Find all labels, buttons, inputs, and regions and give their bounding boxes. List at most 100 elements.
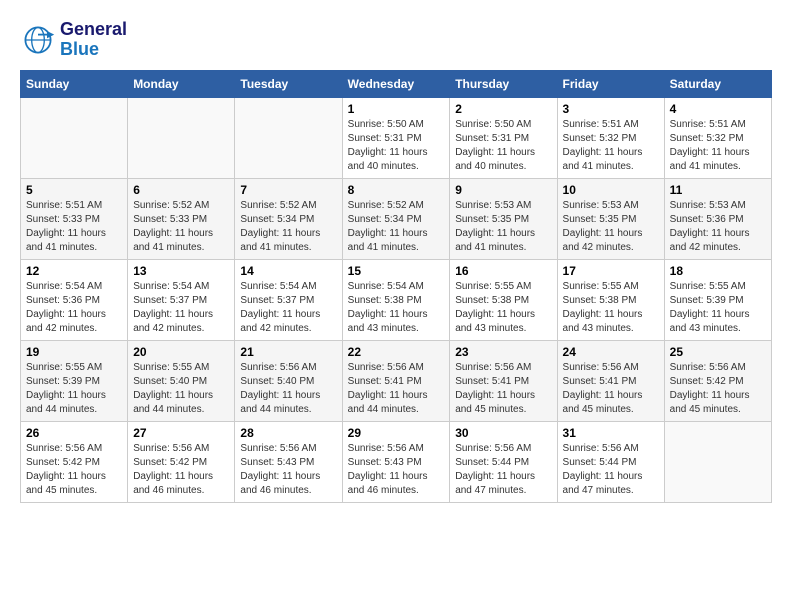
calendar-cell: 9 Sunrise: 5:53 AM Sunset: 5:35 PM Daylig… xyxy=(450,178,557,259)
calendar-cell: 12 Sunrise: 5:54 AM Sunset: 5:36 PM Dayli… xyxy=(21,259,128,340)
calendar-cell: 19 Sunrise: 5:55 AM Sunset: 5:39 PM Dayli… xyxy=(21,340,128,421)
column-header-wednesday: Wednesday xyxy=(342,70,450,97)
day-info: Sunrise: 5:56 AM Sunset: 5:42 PM Dayligh… xyxy=(133,442,229,498)
calendar-week-2: 5 Sunrise: 5:51 AM Sunset: 5:33 PM Daylig… xyxy=(21,178,772,259)
day-info: Sunrise: 5:52 AM Sunset: 5:34 PM Dayligh… xyxy=(240,199,336,255)
day-number: 18 xyxy=(670,264,766,278)
calendar-cell: 3Sunrise: 5:51 AM Sunset: 5:32 PM Daylig… xyxy=(557,97,664,178)
calendar-cell: 13 Sunrise: 5:54 AM Sunset: 5:37 PM Dayli… xyxy=(128,259,235,340)
column-header-thursday: Thursday xyxy=(450,70,557,97)
calendar-week-4: 19 Sunrise: 5:55 AM Sunset: 5:39 PM Dayli… xyxy=(21,340,772,421)
calendar-cell: 5 Sunrise: 5:51 AM Sunset: 5:33 PM Daylig… xyxy=(21,178,128,259)
day-number: 30 xyxy=(455,426,551,440)
day-number: 31 xyxy=(563,426,659,440)
day-number: 27 xyxy=(133,426,229,440)
day-info: Sunrise: 5:53 AM Sunset: 5:35 PM Dayligh… xyxy=(455,199,551,255)
day-number: 29 xyxy=(348,426,445,440)
day-info: Sunrise: 5:55 AM Sunset: 5:38 PM Dayligh… xyxy=(563,280,659,336)
day-info: Sunrise: 5:56 AM Sunset: 5:42 PM Dayligh… xyxy=(670,361,766,417)
calendar-week-5: 26 Sunrise: 5:56 AM Sunset: 5:42 PM Dayli… xyxy=(21,421,772,502)
column-header-tuesday: Tuesday xyxy=(235,70,342,97)
calendar-cell: 27 Sunrise: 5:56 AM Sunset: 5:42 PM Dayli… xyxy=(128,421,235,502)
day-number: 4 xyxy=(670,102,766,116)
day-number: 17 xyxy=(563,264,659,278)
calendar-cell: 14Sunrise: 5:54 AM Sunset: 5:37 PM Dayli… xyxy=(235,259,342,340)
day-info: Sunrise: 5:54 AM Sunset: 5:38 PM Dayligh… xyxy=(348,280,445,336)
calendar-cell: 25Sunrise: 5:56 AM Sunset: 5:42 PM Dayli… xyxy=(664,340,771,421)
day-info: Sunrise: 5:55 AM Sunset: 5:38 PM Dayligh… xyxy=(455,280,551,336)
column-header-sunday: Sunday xyxy=(21,70,128,97)
day-info: Sunrise: 5:56 AM Sunset: 5:43 PM Dayligh… xyxy=(240,442,336,498)
day-info: Sunrise: 5:51 AM Sunset: 5:33 PM Dayligh… xyxy=(26,199,122,255)
day-number: 6 xyxy=(133,183,229,197)
calendar-cell: 1Sunrise: 5:50 AM Sunset: 5:31 PM Daylig… xyxy=(342,97,450,178)
calendar-week-3: 12 Sunrise: 5:54 AM Sunset: 5:36 PM Dayli… xyxy=(21,259,772,340)
day-info: Sunrise: 5:55 AM Sunset: 5:39 PM Dayligh… xyxy=(670,280,766,336)
day-info: Sunrise: 5:52 AM Sunset: 5:33 PM Dayligh… xyxy=(133,199,229,255)
day-number: 19 xyxy=(26,345,122,359)
day-info: Sunrise: 5:51 AM Sunset: 5:32 PM Dayligh… xyxy=(670,118,766,174)
day-number: 7 xyxy=(240,183,336,197)
logo: GeneralBlue xyxy=(20,20,127,60)
calendar-cell: 16 Sunrise: 5:55 AM Sunset: 5:38 PM Dayli… xyxy=(450,259,557,340)
calendar-cell: 10Sunrise: 5:53 AM Sunset: 5:35 PM Dayli… xyxy=(557,178,664,259)
logo-blue: Blue xyxy=(60,39,99,59)
day-number: 16 xyxy=(455,264,551,278)
day-info: Sunrise: 5:55 AM Sunset: 5:40 PM Dayligh… xyxy=(133,361,229,417)
calendar-cell: 21Sunrise: 5:56 AM Sunset: 5:40 PM Dayli… xyxy=(235,340,342,421)
column-header-monday: Monday xyxy=(128,70,235,97)
calendar-cell: 23 Sunrise: 5:56 AM Sunset: 5:41 PM Dayli… xyxy=(450,340,557,421)
logo-icon xyxy=(20,22,56,58)
calendar-cell xyxy=(21,97,128,178)
calendar-cell: 8 Sunrise: 5:52 AM Sunset: 5:34 PM Daylig… xyxy=(342,178,450,259)
day-info: Sunrise: 5:50 AM Sunset: 5:31 PM Dayligh… xyxy=(348,118,445,174)
day-number: 15 xyxy=(348,264,445,278)
calendar-cell: 26 Sunrise: 5:56 AM Sunset: 5:42 PM Dayli… xyxy=(21,421,128,502)
day-info: Sunrise: 5:56 AM Sunset: 5:44 PM Dayligh… xyxy=(455,442,551,498)
day-info: Sunrise: 5:56 AM Sunset: 5:41 PM Dayligh… xyxy=(455,361,551,417)
day-number: 14 xyxy=(240,264,336,278)
calendar-cell: 11Sunrise: 5:53 AM Sunset: 5:36 PM Dayli… xyxy=(664,178,771,259)
day-number: 26 xyxy=(26,426,122,440)
calendar-cell: 4 Sunrise: 5:51 AM Sunset: 5:32 PM Daylig… xyxy=(664,97,771,178)
calendar-cell: 29 Sunrise: 5:56 AM Sunset: 5:43 PM Dayli… xyxy=(342,421,450,502)
day-number: 9 xyxy=(455,183,551,197)
day-number: 20 xyxy=(133,345,229,359)
day-info: Sunrise: 5:53 AM Sunset: 5:36 PM Dayligh… xyxy=(670,199,766,255)
day-number: 21 xyxy=(240,345,336,359)
day-info: Sunrise: 5:56 AM Sunset: 5:42 PM Dayligh… xyxy=(26,442,122,498)
calendar-header-row: SundayMondayTuesdayWednesdayThursdayFrid… xyxy=(21,70,772,97)
day-number: 10 xyxy=(563,183,659,197)
calendar-cell: 18 Sunrise: 5:55 AM Sunset: 5:39 PM Dayli… xyxy=(664,259,771,340)
day-info: Sunrise: 5:55 AM Sunset: 5:39 PM Dayligh… xyxy=(26,361,122,417)
day-info: Sunrise: 5:56 AM Sunset: 5:41 PM Dayligh… xyxy=(348,361,445,417)
calendar-cell: 20 Sunrise: 5:55 AM Sunset: 5:40 PM Dayli… xyxy=(128,340,235,421)
day-info: Sunrise: 5:50 AM Sunset: 5:31 PM Dayligh… xyxy=(455,118,551,174)
page-header: GeneralBlue xyxy=(20,20,772,60)
calendar-cell xyxy=(664,421,771,502)
column-header-saturday: Saturday xyxy=(664,70,771,97)
day-number: 22 xyxy=(348,345,445,359)
day-info: Sunrise: 5:54 AM Sunset: 5:37 PM Dayligh… xyxy=(133,280,229,336)
calendar-cell: 17 Sunrise: 5:55 AM Sunset: 5:38 PM Dayli… xyxy=(557,259,664,340)
calendar-cell: 31 Sunrise: 5:56 AM Sunset: 5:44 PM Dayli… xyxy=(557,421,664,502)
day-info: Sunrise: 5:56 AM Sunset: 5:44 PM Dayligh… xyxy=(563,442,659,498)
day-number: 28 xyxy=(240,426,336,440)
day-number: 13 xyxy=(133,264,229,278)
logo-general: General xyxy=(60,19,127,39)
calendar-cell: 6 Sunrise: 5:52 AM Sunset: 5:33 PM Daylig… xyxy=(128,178,235,259)
day-number: 12 xyxy=(26,264,122,278)
column-header-friday: Friday xyxy=(557,70,664,97)
day-number: 5 xyxy=(26,183,122,197)
calendar-cell: 15 Sunrise: 5:54 AM Sunset: 5:38 PM Dayli… xyxy=(342,259,450,340)
calendar-cell: 30 Sunrise: 5:56 AM Sunset: 5:44 PM Dayli… xyxy=(450,421,557,502)
day-number: 8 xyxy=(348,183,445,197)
calendar-cell: 7 Sunrise: 5:52 AM Sunset: 5:34 PM Daylig… xyxy=(235,178,342,259)
calendar-cell: 24Sunrise: 5:56 AM Sunset: 5:41 PM Dayli… xyxy=(557,340,664,421)
day-number: 24 xyxy=(563,345,659,359)
day-info: Sunrise: 5:52 AM Sunset: 5:34 PM Dayligh… xyxy=(348,199,445,255)
day-info: Sunrise: 5:56 AM Sunset: 5:43 PM Dayligh… xyxy=(348,442,445,498)
day-number: 23 xyxy=(455,345,551,359)
day-info: Sunrise: 5:54 AM Sunset: 5:36 PM Dayligh… xyxy=(26,280,122,336)
day-number: 2 xyxy=(455,102,551,116)
